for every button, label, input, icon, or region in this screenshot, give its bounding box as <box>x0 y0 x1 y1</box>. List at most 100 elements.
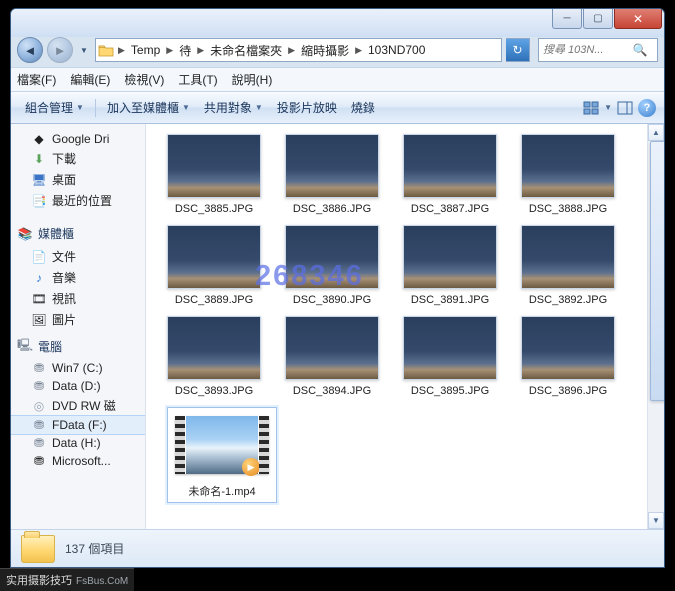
file-name: DSC_3893.JPG <box>175 385 253 397</box>
sidebar-item-desktop[interactable]: 🖥桌面 <box>11 169 145 190</box>
chevron-right-icon[interactable]: ▶ <box>286 45 297 56</box>
maximize-button[interactable]: ▢ <box>583 9 613 29</box>
breadcrumb-segment[interactable]: 103ND700 <box>364 43 429 57</box>
sidebar-item-recent[interactable]: 📑最近的位置 <box>11 190 145 211</box>
chevron-right-icon[interactable]: ▶ <box>353 45 364 56</box>
sidebar-header-label: 媒體櫃 <box>38 225 74 242</box>
file-name: DSC_3895.JPG <box>411 385 489 397</box>
sidebar-item-label: 音樂 <box>52 269 76 286</box>
file-item[interactable]: DSC_3890.JPG <box>282 225 382 306</box>
close-button[interactable]: ✕ <box>614 9 662 29</box>
view-options-button[interactable] <box>580 97 602 119</box>
file-item[interactable]: DSC_3891.JPG <box>400 225 500 306</box>
file-item[interactable]: DSC_3893.JPG <box>164 316 264 397</box>
breadcrumb-segment[interactable]: 縮時攝影 <box>297 42 353 59</box>
image-thumbnail <box>521 225 615 289</box>
file-name: DSC_3894.JPG <box>293 385 371 397</box>
chevron-down-icon[interactable]: ▼ <box>604 103 612 112</box>
menu-file[interactable]: 檔案(F) <box>17 71 56 88</box>
drive-icon: ⛃ <box>31 454 47 468</box>
image-thumbnail <box>167 225 261 289</box>
sidebar-computer-header[interactable]: 🖳電腦 <box>11 330 145 359</box>
sidebar-item-label: FData (F:) <box>52 418 107 432</box>
file-item[interactable]: DSC_3894.JPG <box>282 316 382 397</box>
file-item[interactable]: DSC_3889.JPG <box>164 225 264 306</box>
scroll-track[interactable] <box>648 141 664 512</box>
site-domain: FsBus.CoM <box>76 576 128 587</box>
site-name: 实用摄影技巧 <box>6 572 72 588</box>
search-input[interactable] <box>539 44 629 56</box>
chevron-right-icon[interactable]: ▶ <box>116 45 127 56</box>
nav-back-button[interactable]: ◄ <box>17 37 43 63</box>
videos-icon: 🎞 <box>31 292 47 306</box>
refresh-button[interactable]: ↻ <box>506 38 530 62</box>
sidebar-resize-handle[interactable] <box>139 124 145 529</box>
file-item[interactable]: DSC_3895.JPG <box>400 316 500 397</box>
cmd-slideshow[interactable]: 投影片放映 <box>271 96 343 119</box>
file-name: DSC_3896.JPG <box>529 385 607 397</box>
file-item[interactable]: DSC_3896.JPG <box>518 316 618 397</box>
sidebar-item-dvd[interactable]: ◎DVD RW 磁 <box>11 395 145 416</box>
image-thumbnail <box>285 225 379 289</box>
address-bar[interactable]: ▶ Temp ▶ 待 ▶ 未命名檔案夾 ▶ 縮時攝影 ▶ 103ND700 <box>95 38 502 62</box>
sidebar-item-drive-f[interactable]: ⛃FData (F:) <box>11 416 145 434</box>
help-button[interactable]: ? <box>638 99 656 117</box>
file-item[interactable]: DSC_3888.JPG <box>518 134 618 215</box>
vertical-scrollbar[interactable]: ▲ ▼ <box>647 124 664 529</box>
sidebar-item-videos[interactable]: 🎞視訊 <box>11 288 145 309</box>
music-icon: ♪ <box>31 271 47 285</box>
cmd-burn[interactable]: 燒錄 <box>345 96 381 119</box>
nav-history-dropdown[interactable]: ▼ <box>77 39 91 61</box>
image-thumbnail <box>285 134 379 198</box>
file-item[interactable]: DSC_3887.JPG <box>400 134 500 215</box>
preview-pane-button[interactable] <box>614 97 636 119</box>
sidebar-item-music[interactable]: ♪ 音樂 <box>11 267 145 288</box>
breadcrumb-segment[interactable]: Temp <box>127 43 164 57</box>
cmd-share[interactable]: 共用對象▼ <box>198 96 269 119</box>
sidebar-item-label: Microsoft... <box>52 454 111 468</box>
file-name: DSC_3887.JPG <box>411 203 489 215</box>
sidebar-item-drive-h[interactable]: ⛃Data (H:) <box>11 434 145 452</box>
search-box[interactable]: 🔍 <box>538 38 658 62</box>
search-icon[interactable]: 🔍 <box>629 43 651 57</box>
breadcrumb-segment[interactable]: 未命名檔案夾 <box>206 42 286 59</box>
titlebar: ─ ▢ ✕ <box>11 9 664 37</box>
status-bar: 137 個項目 <box>11 529 664 567</box>
cmd-organize[interactable]: 組合管理▼ <box>19 96 90 119</box>
scroll-up-button[interactable]: ▲ <box>648 124 664 141</box>
sidebar-item-drive-d[interactable]: ⛃Data (D:) <box>11 377 145 395</box>
image-thumbnail <box>167 316 261 380</box>
scroll-down-button[interactable]: ▼ <box>648 512 664 529</box>
cmd-include-library[interactable]: 加入至媒體櫃▼ <box>101 96 196 119</box>
sidebar-item-downloads[interactable]: ⬇下載 <box>11 148 145 169</box>
recent-icon: 📑 <box>31 194 47 208</box>
nav-forward-button[interactable]: ► <box>47 37 73 63</box>
scroll-thumb[interactable] <box>650 141 664 401</box>
nav-row: ◄ ► ▼ ▶ Temp ▶ 待 ▶ 未命名檔案夾 ▶ 縮時攝影 ▶ 103ND… <box>11 37 664 67</box>
thumbnails-area[interactable]: DSC_3885.JPG DSC_3886.JPG DSC_3887.JPG D… <box>146 124 647 513</box>
sidebar-item-documents[interactable]: 📄文件 <box>11 246 145 267</box>
chevron-right-icon[interactable]: ▶ <box>164 45 175 56</box>
sidebar-item-pictures[interactable]: 🖼圖片 <box>11 309 145 330</box>
sidebar-item-label: Win7 (C:) <box>52 361 103 375</box>
menu-tools[interactable]: 工具(T) <box>178 71 217 88</box>
sidebar-item-label: Data (D:) <box>52 379 101 393</box>
file-item[interactable]: DSC_3886.JPG <box>282 134 382 215</box>
menu-help[interactable]: 說明(H) <box>232 71 273 88</box>
menu-edit[interactable]: 編輯(E) <box>70 71 110 88</box>
sidebar-item-drive-c[interactable]: ⛃Win7 (C:) <box>11 359 145 377</box>
file-name: DSC_3892.JPG <box>529 294 607 306</box>
folder-icon <box>96 43 116 57</box>
menu-view[interactable]: 檢視(V) <box>124 71 164 88</box>
sidebar-libraries-header[interactable]: 📚媒體櫃 <box>11 217 145 246</box>
breadcrumb-segment[interactable]: 待 <box>175 42 195 59</box>
sidebar-item-microsoft[interactable]: ⛃ Microsoft... <box>11 452 145 470</box>
sidebar-item-google-drive[interactable]: ◆Google Dri <box>11 130 145 148</box>
file-item[interactable]: DSC_3885.JPG <box>164 134 264 215</box>
sidebar-item-label: 下載 <box>52 150 76 167</box>
file-item[interactable]: DSC_3892.JPG <box>518 225 618 306</box>
chevron-right-icon[interactable]: ▶ <box>195 45 206 56</box>
minimize-button[interactable]: ─ <box>552 9 582 29</box>
file-item-video[interactable]: ▶ 未命名-1.mp4 <box>164 407 280 503</box>
sidebar-header-label: 電腦 <box>38 338 62 355</box>
